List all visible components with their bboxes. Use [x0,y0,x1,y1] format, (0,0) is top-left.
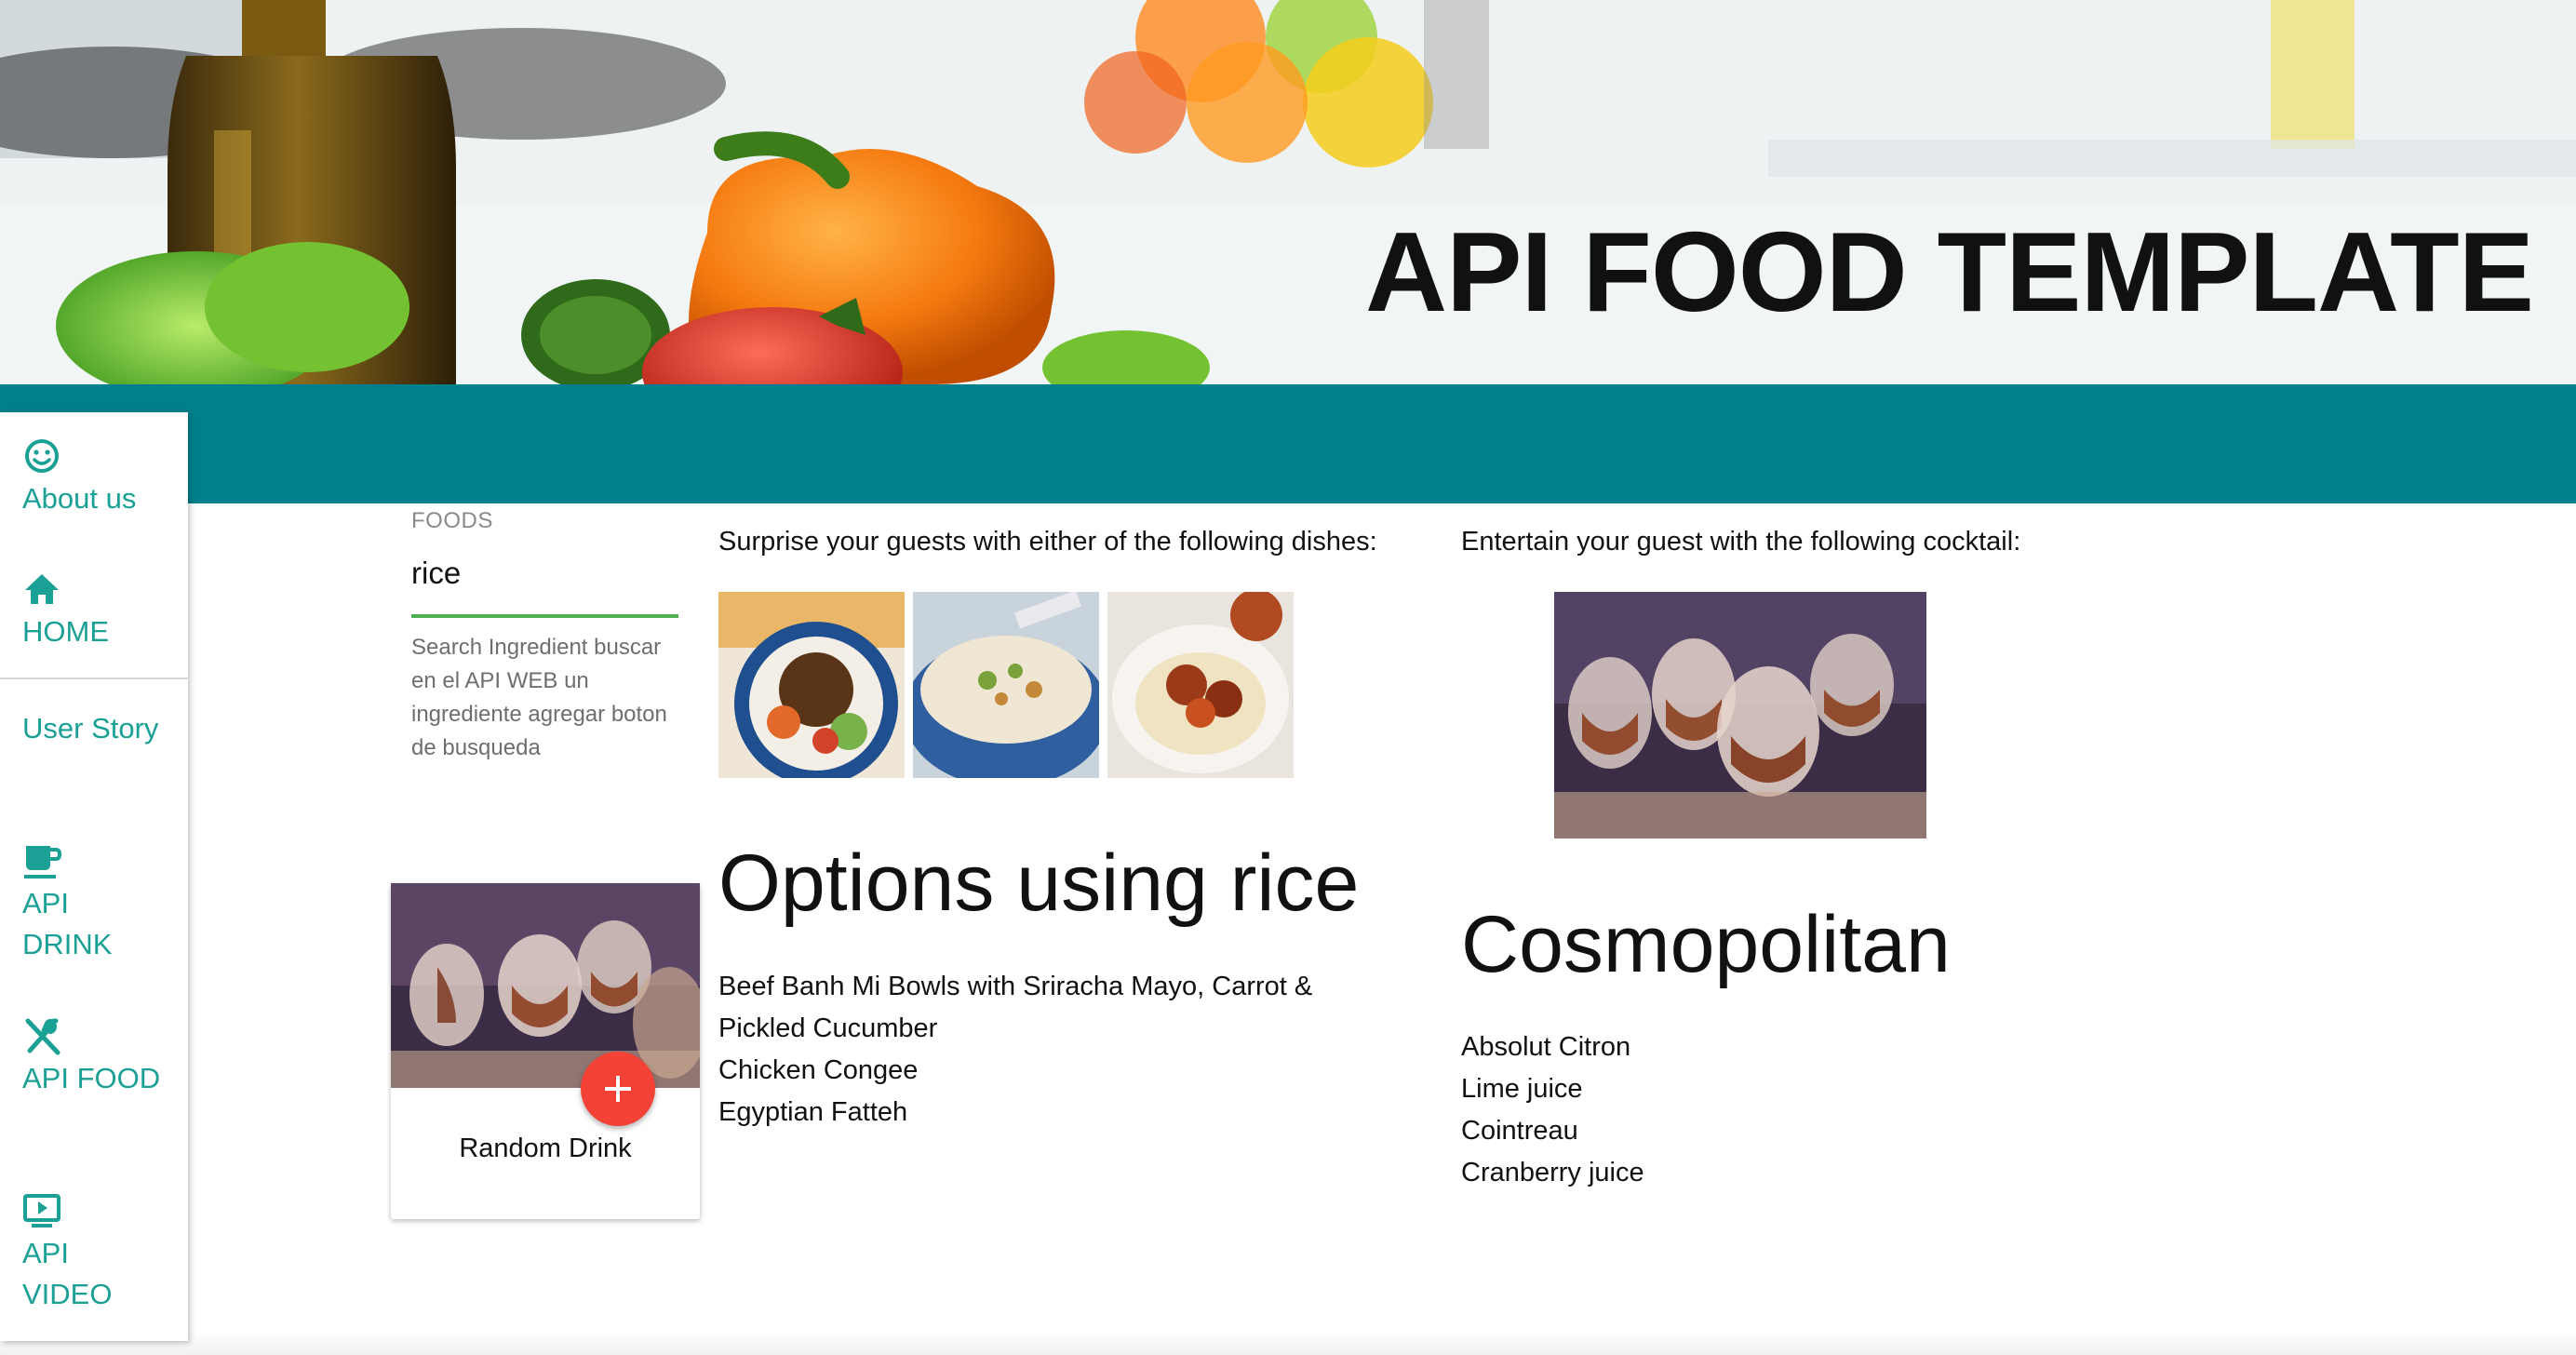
dish-image-2[interactable] [913,592,1099,778]
sidebar-item-label: About us [22,482,137,515]
list-item: Cranberry juice [1461,1158,1644,1187]
sidebar-item-label: User Story [22,712,159,745]
list-item[interactable]: Egyptian Fatteh [718,1092,1389,1134]
sidebar-item-about-us[interactable]: About us [22,436,136,519]
foods-helper-text: Search Ingredient buscar en el API WEB u… [411,635,667,760]
options-heading: Options using rice [718,838,1360,928]
foods-label: FOODS [411,508,493,533]
smiley-icon [25,439,59,473]
sidebar-item-label: HOME [22,615,109,648]
ingredient-list: Absolut Citron Lime juice Cointreau Cran… [1461,1026,1644,1194]
list-item: Lime juice [1461,1074,1583,1104]
sidebar-item-api-food[interactable]: API FOOD [22,1015,162,1099]
header-bar [0,384,2576,503]
dishes-intro: Surprise your guests with either of the … [718,527,1377,557]
foods-search-input[interactable] [411,551,678,596]
hero-banner: API FOOD TEMPLATE [0,0,2576,384]
sidebar-item-label: API FOOD [22,1062,161,1094]
fork-spoon-icon [25,1018,60,1055]
list-item[interactable]: Chicken Congee [718,1050,1389,1092]
random-drink-card: Random Drink [391,883,700,1219]
plus-icon [605,1076,631,1102]
random-drink-button[interactable] [581,1052,655,1126]
sidebar-item-api-drink[interactable]: API DRINK [22,840,162,965]
sidebar-item-label: API VIDEO [22,1237,113,1310]
sidebar: About us HOME User Story API DRINK API F… [0,412,188,1341]
cocktail-image [1554,592,1926,838]
coffee-cup-icon [24,846,61,879]
foods-input-underline [411,614,678,618]
home-icon [25,574,59,604]
sidebar-item-label: API DRINK [22,887,113,960]
tv-play-icon [23,1194,60,1228]
sidebar-item-api-video[interactable]: API VIDEO [22,1190,162,1315]
list-item[interactable]: Beef Banh Mi Bowls with Sriracha Mayo, C… [718,966,1389,1050]
dish-image-3[interactable] [1107,592,1294,778]
list-item: Absolut Citron [1461,1032,1631,1062]
page-footer-shade [0,1331,2576,1355]
dish-image-1[interactable] [718,592,905,778]
cocktail-name: Cosmopolitan [1461,900,1951,989]
card-title: Random Drink [459,1134,632,1163]
page-title: API FOOD TEMPLATE [1365,208,2534,335]
sidebar-divider [0,678,188,679]
sidebar-item-user-story[interactable]: User Story [22,708,162,749]
cocktail-intro: Entertain your guest with the following … [1461,527,2021,557]
sidebar-item-home[interactable]: HOME [22,569,109,652]
list-item: Cointreau [1461,1116,1578,1146]
recipe-list: Beef Banh Mi Bowls with Sriracha Mayo, C… [718,966,1389,1134]
